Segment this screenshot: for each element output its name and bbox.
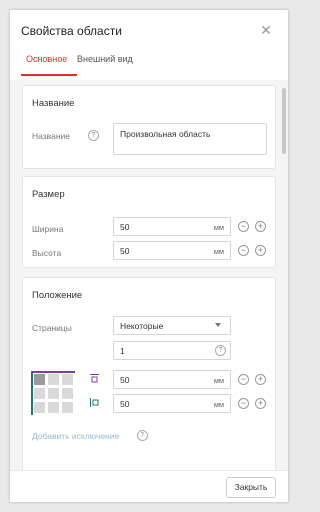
width-value: 50 [120, 222, 130, 232]
left-offset-input[interactable]: 50 мм [113, 394, 231, 413]
left-offset-unit: мм [213, 400, 224, 409]
height-unit: мм [213, 247, 224, 256]
help-icon[interactable]: ? [137, 430, 148, 441]
align-left-icon [90, 398, 99, 407]
close-button[interactable]: Закрыть [226, 477, 276, 498]
align-top-icon [90, 374, 99, 383]
close-icon[interactable]: ✕ [259, 23, 273, 37]
name-panel-title: Название [32, 98, 75, 109]
size-panel: Размер Ширина 50 мм − + Высота 50 мм − + [22, 176, 276, 268]
height-label: Высота [32, 248, 62, 258]
width-increase-button[interactable]: + [255, 221, 266, 232]
pages-label: Страницы [32, 323, 72, 333]
grid-cell[interactable] [48, 402, 59, 413]
grid-cell[interactable] [34, 374, 45, 385]
grid-cell[interactable] [62, 374, 73, 385]
tab-basic[interactable]: Основное [26, 54, 67, 64]
width-input[interactable]: 50 мм [113, 217, 231, 236]
dialog-title: Свойства области [21, 24, 122, 38]
help-icon[interactable]: ? [215, 345, 226, 356]
left-offset-value: 50 [120, 399, 130, 409]
tab-appearance[interactable]: Внешний вид [77, 54, 133, 64]
area-properties-dialog: Свойства области ✕ Основное Внешний вид … [10, 10, 288, 502]
active-tab-indicator [21, 74, 77, 76]
top-offset-unit: мм [213, 376, 224, 385]
height-value: 50 [120, 246, 130, 256]
dialog-footer: Закрыть [10, 470, 288, 502]
height-decrease-button[interactable]: − [238, 245, 249, 256]
position-panel-title: Положение [32, 290, 83, 301]
position-panel: Положение Страницы Некоторые 1 ? 50 мм −… [22, 277, 276, 470]
grid-cell[interactable] [48, 374, 59, 385]
dialog-content: Название Название ? Произвольная область… [10, 80, 288, 470]
add-exception-link[interactable]: Добавить исключение [32, 431, 119, 441]
scrollbar[interactable] [282, 88, 286, 154]
name-input[interactable]: Произвольная область [113, 123, 267, 155]
width-decrease-button[interactable]: − [238, 221, 249, 232]
grid-cell[interactable] [34, 388, 45, 399]
width-unit: мм [213, 223, 224, 232]
pages-input-value: 1 [120, 346, 125, 356]
grid-cell[interactable] [62, 402, 73, 413]
chevron-down-icon [215, 323, 221, 327]
name-label: Название [32, 131, 70, 141]
grid-cell[interactable] [62, 388, 73, 399]
left-increase-button[interactable]: + [255, 398, 266, 409]
height-input[interactable]: 50 мм [113, 241, 231, 260]
name-panel: Название Название ? Произвольная область [22, 85, 276, 169]
position-grid-preview [31, 371, 75, 415]
top-offset-value: 50 [120, 375, 130, 385]
add-exception-label: Добавить исключение [32, 431, 120, 441]
size-panel-title: Размер [32, 189, 65, 200]
left-decrease-button[interactable]: − [238, 398, 249, 409]
pages-select-value: Некоторые [120, 321, 164, 331]
height-increase-button[interactable]: + [255, 245, 266, 256]
top-increase-button[interactable]: + [255, 374, 266, 385]
grid-cell[interactable] [34, 402, 45, 413]
top-offset-input[interactable]: 50 мм [113, 370, 231, 389]
width-label: Ширина [32, 224, 64, 234]
pages-select[interactable]: Некоторые [113, 316, 231, 335]
top-decrease-button[interactable]: − [238, 374, 249, 385]
pages-input[interactable]: 1 [113, 341, 231, 360]
grid-cell[interactable] [48, 388, 59, 399]
help-icon[interactable]: ? [88, 130, 99, 141]
